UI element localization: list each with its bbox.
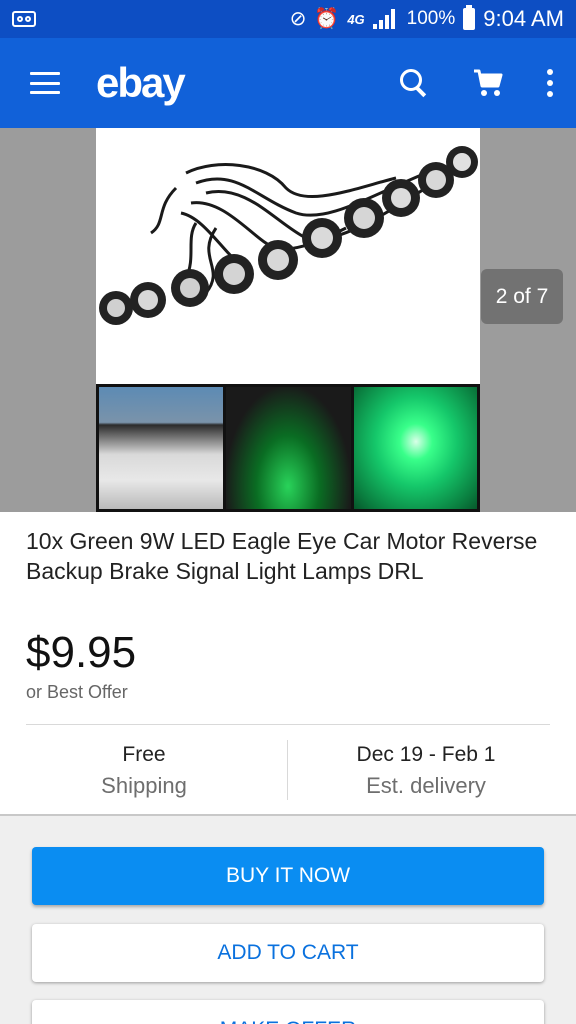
motorcycle-thumbnail [224, 384, 352, 512]
clock: 9:04 AM [483, 6, 564, 31]
battery-percent: 100% [406, 8, 456, 29]
delivery-dates: Dec 19 - Feb 1 [356, 743, 496, 766]
shipping-cost: Free [122, 743, 166, 766]
battery-icon [463, 5, 476, 30]
status-bar: ⊘ ⏰ 4G 100% 9:04 AM [0, 0, 576, 512]
car-thumbnail [96, 384, 224, 512]
app-bar: ebay [0, 38, 576, 128]
best-offer-note: or Best Offer [26, 682, 128, 702]
listing-details: 10x Green 9W LED Eagle Eye Car Motor Rev… [0, 512, 576, 816]
green-light-thumbnail [352, 384, 480, 512]
more-icon[interactable] [546, 69, 554, 97]
add-to-cart-button[interactable]: ADD TO CART [32, 924, 544, 982]
listing-title: 10x Green 9W LED Eagle Eye Car Motor Rev… [26, 528, 538, 584]
led-lights-image [99, 146, 478, 325]
cart-icon[interactable] [472, 68, 504, 98]
shipping-label: Shipping [101, 773, 187, 798]
delivery-info: Dec 19 - Feb 1 Est. delivery [288, 740, 564, 802]
menu-icon[interactable] [30, 72, 60, 94]
product-photo[interactable] [96, 128, 480, 512]
divider [26, 724, 550, 725]
buy-it-now-button[interactable]: BUY IT NOW [32, 847, 544, 905]
delivery-label: Est. delivery [366, 773, 486, 798]
thumbnail-divider [351, 384, 354, 512]
listing-price: $9.95 [26, 628, 137, 677]
voicemail-icon [12, 11, 36, 27]
vibrate-off-icon: ⊘ [289, 8, 307, 30]
make-offer-button[interactable]: MAKE OFFER [32, 1000, 544, 1024]
alarm-icon: ⏰ [314, 8, 340, 30]
lte-icon: 4G [347, 11, 365, 27]
ebay-logo[interactable]: ebay [96, 62, 186, 104]
shipping-info: Free Shipping [0, 740, 288, 802]
search-icon[interactable] [398, 67, 430, 99]
image-gallery[interactable]: 2 of 7 [0, 128, 576, 512]
thumbnail-divider [223, 384, 226, 512]
image-counter: 2 of 7 [481, 269, 563, 324]
signal-icon [372, 9, 399, 29]
